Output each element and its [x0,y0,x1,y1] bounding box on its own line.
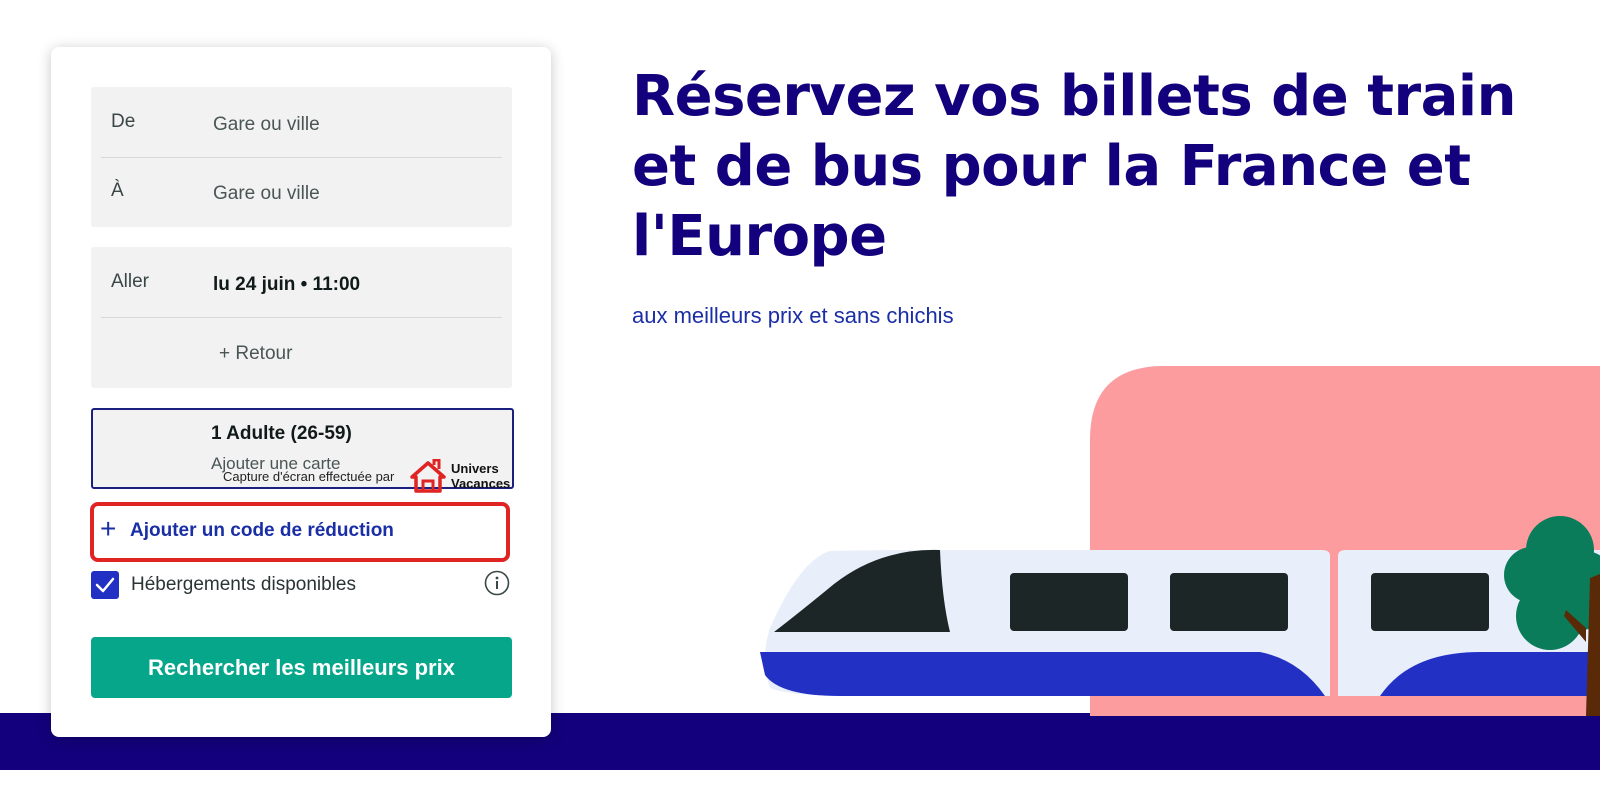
outbound-label: Aller [111,271,150,292]
search-card: De Gare ou ville À Gare ou ville Aller l… [51,47,551,737]
to-label: À [111,180,124,201]
outbound-date-field[interactable]: Aller lu 24 juin • 11:00 [91,249,512,317]
promo-code-button[interactable]: + Ajouter un code de réduction [90,502,510,562]
train-window [1170,573,1288,631]
page-title: Réservez vos billets de train et de bus … [632,64,1516,269]
accommodation-label[interactable]: Hébergements disponibles [131,574,356,596]
from-label: De [111,111,136,132]
watermark: Capture d'écran effectuée par Univers Va… [223,459,533,499]
add-return-link[interactable]: + Retour [219,343,292,365]
to-field[interactable]: À Gare ou ville [91,158,512,226]
page-bottom [0,770,1600,800]
outbound-date-value[interactable]: lu 24 juin • 11:00 [213,274,360,296]
search-button[interactable]: Rechercher les meilleurs prix [91,637,512,698]
checkmark-icon [95,577,115,593]
train-front-stripe [760,652,1325,696]
accommodation-checkbox[interactable] [91,571,119,599]
train-window [1010,573,1128,631]
info-icon[interactable] [484,570,510,596]
train-window [1371,573,1489,631]
from-input[interactable]: Gare ou ville [213,114,320,136]
house-logo-icon [410,459,446,493]
watermark-text: Capture d'écran effectuée par [223,469,395,484]
return-date-field[interactable]: + Retour [91,318,512,386]
from-field[interactable]: De Gare ou ville [91,89,512,157]
plus-icon: + [100,513,117,544]
dates-block: Aller lu 24 juin • 11:00 + Retour [91,247,512,388]
stations-block: De Gare ou ville À Gare ou ville [91,87,512,227]
page-subtitle: aux meilleurs prix et sans chichis [632,303,954,328]
train-illustration [760,366,1600,716]
to-input[interactable]: Gare ou ville [213,183,320,205]
watermark-brand: Univers Vacances [451,461,511,491]
passengers-summary[interactable]: 1 Adulte (26-59) [211,423,352,445]
promo-code-label[interactable]: Ajouter un code de réduction [130,520,394,542]
